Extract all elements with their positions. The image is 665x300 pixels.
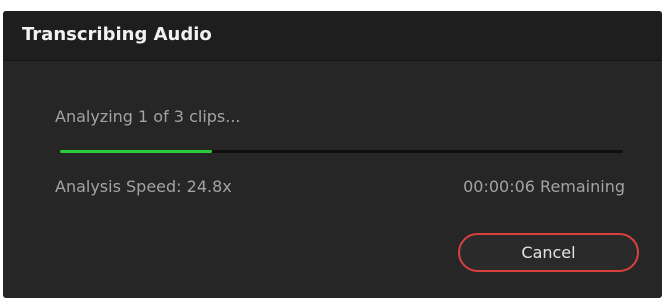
status-text: Analyzing 1 of 3 clips... xyxy=(55,107,241,126)
transcribing-audio-dialog: Transcribing Audio Analyzing 1 of 3 clip… xyxy=(3,11,662,298)
analysis-speed-text: Analysis Speed: 24.8x xyxy=(55,177,232,196)
progress-bar xyxy=(60,150,623,153)
cancel-button[interactable]: Cancel xyxy=(458,233,639,272)
dialog-title: Transcribing Audio xyxy=(22,24,212,45)
dialog-title-bar: Transcribing Audio xyxy=(3,11,662,61)
progress-bar-fill xyxy=(60,150,212,153)
time-remaining-text: 00:00:06 Remaining xyxy=(463,177,625,196)
